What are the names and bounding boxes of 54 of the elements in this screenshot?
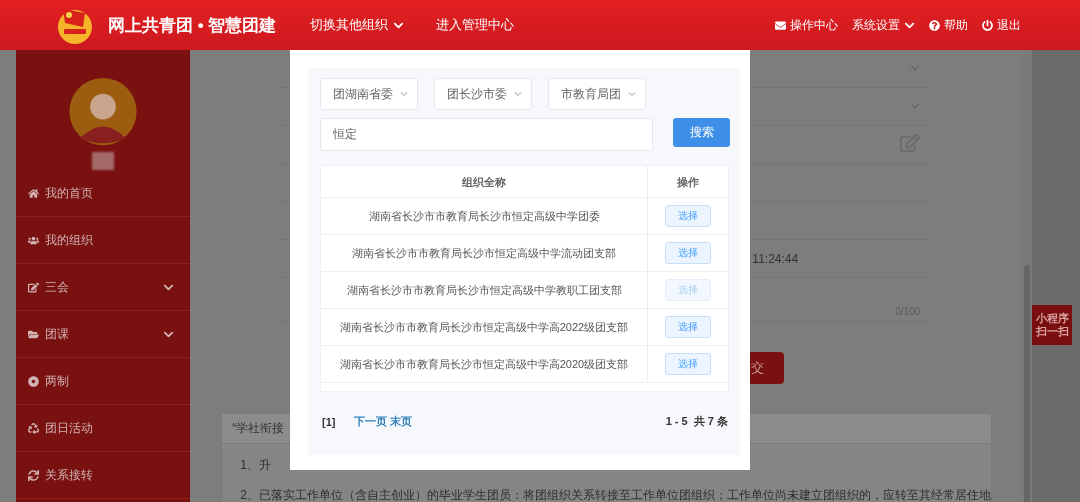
sync-icon <box>28 469 40 481</box>
target-icon <box>28 375 40 387</box>
power-icon <box>982 19 993 31</box>
chevron-icon <box>514 90 522 98</box>
table-cell: 湖南省长沙市市教育局长沙市恒定高级中学高2022级团支部 <box>321 309 648 345</box>
edit-icon <box>28 281 40 293</box>
avatar-icon <box>68 77 139 147</box>
sidebar-item[interactable]: 我的首页 <box>16 170 191 217</box>
page-link[interactable]: 末页 <box>390 414 413 429</box>
sidebar-item[interactable]: 团课 <box>16 311 191 358</box>
notice-text: 1、升 <box>240 457 273 474</box>
nav-link[interactable]: 进入管理中心 <box>436 16 515 34</box>
page-link[interactable]: 下一页 <box>354 414 388 429</box>
redacted-name <box>92 152 115 170</box>
search-button[interactable]: 搜索 <box>673 118 730 147</box>
mini-program-badge[interactable]: 小程序 扫一扫 <box>1032 305 1073 345</box>
sidebar-item[interactable]: 三会 <box>16 264 191 311</box>
page-summary: 1 - 5 共 7 条 <box>665 414 728 429</box>
envelope-icon <box>775 19 786 31</box>
scrollbar-thumb[interactable] <box>1024 265 1031 502</box>
site-title: 网上共青团 • 智慧团建 <box>108 14 277 37</box>
notice-title: “学社衔接 <box>232 420 285 437</box>
filter-select[interactable]: 团湖南省委 <box>320 78 418 110</box>
select-button[interactable]: 选择 <box>665 205 711 227</box>
chevron-icon <box>628 90 636 98</box>
folder-icon <box>28 328 40 340</box>
select-button[interactable]: 选择 <box>665 242 711 264</box>
chevron-icon <box>400 90 408 98</box>
filter-select[interactable]: 市教育局团 <box>548 78 646 110</box>
help-icon <box>929 19 940 31</box>
select-button[interactable]: 选择 <box>665 353 711 375</box>
header-link[interactable]: 退出 <box>982 16 1021 34</box>
notice-text: 2、已落实工作单位（含自主创业）的毕业学生团员：将团组织关系转接至工作单位团组织；工作单位尚未建立团组织的，应转至其经常居住地 <box>240 487 992 502</box>
recycle-icon <box>28 422 40 434</box>
sidebar-item[interactable]: 两制 <box>16 358 191 405</box>
home-icon <box>28 187 40 199</box>
column-header: 操作 <box>676 174 700 190</box>
table-cell: 湖南省长沙市市教育局长沙市恒定高级中学团委 <box>321 198 648 234</box>
table-cell: 湖南省长沙市市教育局长沙市恒定高级中学教职工团支部 <box>321 272 648 308</box>
select-button[interactable]: 选择 <box>665 316 711 338</box>
sidebar-item[interactable]: 关系接转 <box>16 452 191 499</box>
header-link[interactable]: 系统设置 <box>852 16 915 34</box>
column-header: 组织全称 <box>321 166 648 198</box>
sidebar-item[interactable]: 团日活动 <box>16 405 191 452</box>
filter-select[interactable]: 团长沙市委 <box>434 78 532 110</box>
table-cell: 湖南省长沙市市教育局长沙市恒定高级中学流动团支部 <box>321 235 648 271</box>
people-icon <box>28 234 40 246</box>
current-page: [1] <box>322 415 336 428</box>
search-field[interactable]: 恒定 <box>320 118 654 151</box>
sidebar-item[interactable]: 我的组织 <box>16 217 191 264</box>
table-cell: 湖南省长沙市市教育局长沙市恒定高级中学高2020级团支部 <box>321 346 648 382</box>
nav-link[interactable]: 切换其他组织 <box>310 16 405 34</box>
header-link[interactable]: 操作中心 <box>775 16 838 34</box>
header-link[interactable]: 帮助 <box>929 16 968 34</box>
